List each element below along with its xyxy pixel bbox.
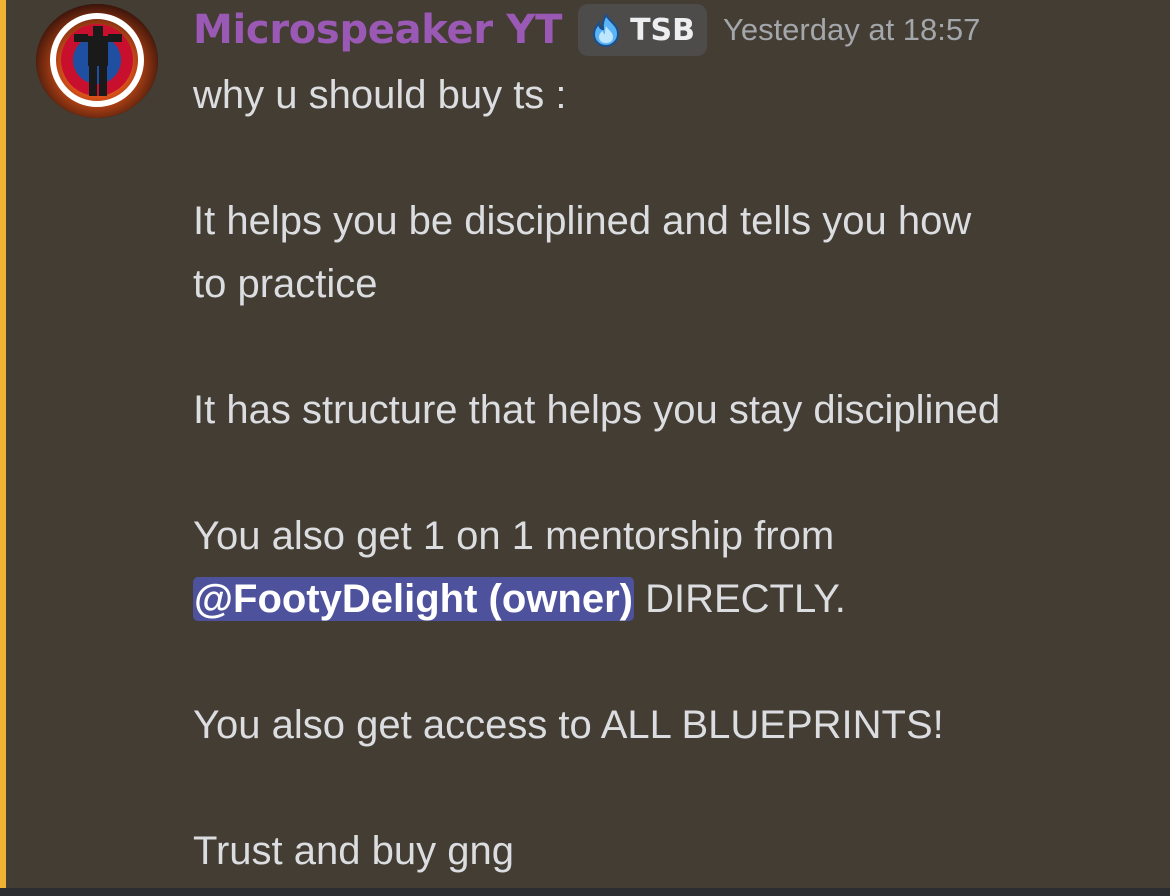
user-mention[interactable]: @FootyDelight (owner) <box>193 577 634 621</box>
message-line: why u should buy ts : <box>193 73 567 117</box>
message-line: Trust and buy gng <box>193 829 514 873</box>
blue-flame-icon <box>588 12 624 48</box>
message-line: You also get access to ALL BLUEPRINTS! <box>193 703 944 747</box>
avatar[interactable] <box>36 4 158 118</box>
highlight-accent-bar <box>0 0 6 888</box>
author-name[interactable]: Microspeaker YT <box>193 7 562 53</box>
message-line: It has structure that helps you stay dis… <box>193 388 1001 432</box>
timestamp[interactable]: Yesterday at 18:57 <box>723 12 980 48</box>
server-tag-badge[interactable]: TSB <box>578 4 707 56</box>
message-line: You also get 1 on 1 mentorship from <box>193 514 835 558</box>
message-line: to practice <box>193 262 378 306</box>
message-text: DIRECTLY. <box>633 577 846 621</box>
message-header: Microspeaker YT TSB Yesterday at 18:57 <box>193 0 980 60</box>
message-content: why u should buy ts : It helps you be di… <box>193 64 1163 883</box>
message-line-with-mention: @FootyDelight (owner) DIRECTLY. <box>193 568 1163 631</box>
message-line: It helps you be disciplined and tells yo… <box>193 199 972 243</box>
bottom-divider <box>0 888 1170 896</box>
chat-message: Microspeaker YT TSB Yesterday at 18:57 w… <box>0 0 1170 888</box>
server-tag-label: TSB <box>630 12 695 48</box>
